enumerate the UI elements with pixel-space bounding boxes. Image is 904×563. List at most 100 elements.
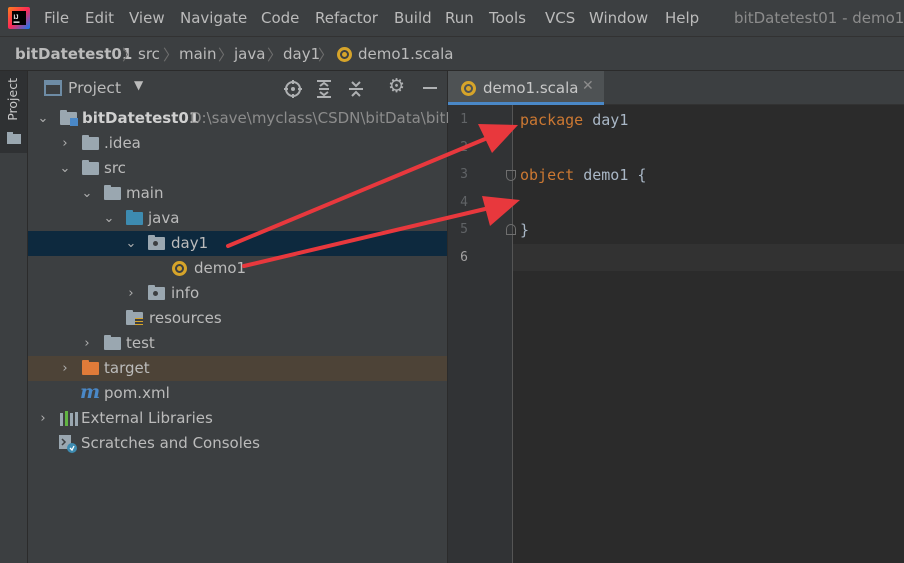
tree-row-day1[interactable]: ⌄ day1 [28,231,447,256]
tree-row-resources[interactable]: resources [28,306,447,331]
chevron-right-icon[interactable]: › [58,131,72,156]
breadcrumb-project[interactable]: bitDatetest01 [15,45,132,63]
tree-label-src: src [104,159,126,177]
fold-end-icon[interactable] [506,224,516,235]
menu-code[interactable]: Code [261,9,299,27]
window-title: bitDatetest01 - demo1. [734,9,904,27]
breadcrumb-separator: 〉 [218,46,234,64]
svg-text:IJ: IJ [14,15,19,21]
tree-label-day1: day1 [171,234,209,252]
resources-badge-icon [135,318,143,326]
menu-vcs[interactable]: VCS [545,9,575,27]
chevron-right-icon[interactable]: › [80,331,94,356]
excluded-folder-icon [82,360,99,375]
breadcrumb-src[interactable]: src [138,45,160,63]
chevron-down-icon[interactable]: ▼ [134,78,143,92]
breadcrumb-separator: 〉 [318,46,334,64]
code-line-3[interactable]: object demo1 { [520,166,646,184]
chevron-down-icon[interactable]: ⌄ [102,206,116,231]
folder-icon [104,335,121,350]
package-name: day1 [583,111,629,129]
menu-run[interactable]: Run [445,9,474,27]
tree-row-demo1[interactable]: demo1 [28,256,447,281]
tree-row-test[interactable]: › test [28,331,447,356]
line-number: 5 [460,222,468,237]
breadcrumb-day1[interactable]: day1 [283,45,320,63]
tab-demo1-scala[interactable]: demo1.scala ✕ [448,71,604,105]
line-number: 4 [460,195,468,210]
libraries-icon [60,411,78,426]
intellij-logo-icon[interactable]: IJ [8,7,30,29]
menu-bar: IJ File Edit View Navigate Code Refactor… [0,0,904,36]
minimize-icon[interactable] [423,87,437,89]
tree-row-java[interactable]: ⌄ java [28,206,447,231]
project-tool-label[interactable]: Project [5,78,20,121]
chevron-down-icon[interactable]: ⌄ [58,156,72,181]
package-dot-icon [153,241,158,246]
tree-label-info: info [171,284,200,302]
line-number: 1 [460,112,468,127]
tree-label-idea: .idea [104,134,141,152]
chevron-right-icon[interactable]: › [36,406,50,431]
menu-window[interactable]: Window [589,9,648,27]
object-declaration: demo1 { [574,166,647,184]
module-badge-icon [70,118,78,126]
maven-icon: m [80,381,101,403]
folder-icon [82,135,99,150]
scratches-icon [59,435,77,453]
chevron-right-icon[interactable]: › [124,281,138,306]
menu-navigate[interactable]: Navigate [180,9,247,27]
collapse-all-icon[interactable] [348,80,364,98]
breadcrumb-separator: 〉 [163,46,179,64]
menu-tools[interactable]: Tools [489,9,526,27]
code-line-1[interactable]: package day1 [520,111,628,129]
tree-label-resources: resources [149,309,222,327]
breadcrumb-main[interactable]: main [179,45,216,63]
tree-label-project: bitDatetest01 [82,109,200,127]
folder-icon [7,132,21,144]
menu-help[interactable]: Help [665,9,699,27]
chevron-down-icon[interactable]: ⌄ [80,181,94,206]
scala-object-icon [172,261,187,276]
menu-file[interactable]: File [44,9,69,27]
tree-row-main[interactable]: ⌄ main [28,181,447,206]
tree-row-info[interactable]: › info [28,281,447,306]
tree-label-target: target [104,359,150,377]
tree-row-src[interactable]: ⌄ src [28,156,447,181]
chevron-right-icon[interactable]: › [58,356,72,381]
expand-all-icon[interactable] [316,80,332,98]
tree-row-target[interactable]: › target [28,356,447,381]
project-view-icon [44,80,62,96]
tree-row-pom[interactable]: m pom.xml [28,381,447,406]
tab-label: demo1.scala [483,79,579,97]
breadcrumb: bitDatetest01 〉 src 〉 main 〉 java 〉 day1… [0,36,904,71]
breadcrumb-separator: 〉 [122,46,138,64]
scala-object-icon [461,81,476,96]
tree-label-demo1: demo1 [194,259,247,277]
tree-label-main: main [126,184,164,202]
gear-icon[interactable]: ⚙ [388,75,405,97]
breadcrumb-java[interactable]: java [234,45,265,63]
current-line-highlight [513,244,904,271]
breadcrumb-separator: 〉 [267,46,283,64]
breadcrumb-file[interactable]: demo1.scala [358,45,453,63]
tree-row-external-libraries[interactable]: › External Libraries [28,406,447,431]
locate-icon[interactable] [284,80,302,98]
tree-row-idea[interactable]: › .idea [28,131,447,156]
chevron-down-icon[interactable]: ⌄ [124,231,138,256]
chevron-down-icon[interactable]: ⌄ [36,106,50,131]
fold-start-icon[interactable] [506,170,516,181]
menu-edit[interactable]: Edit [85,9,114,27]
menu-build[interactable]: Build [394,9,432,27]
tree-row-scratches[interactable]: Scratches and Consoles [28,431,447,456]
source-folder-icon [126,210,143,225]
close-icon[interactable]: ✕ [582,78,594,94]
code-line-5[interactable]: } [520,221,529,239]
menu-view[interactable]: View [129,9,165,27]
project-view-title[interactable]: Project [68,79,121,97]
package-dot-icon [153,291,158,296]
tree-row-project-root[interactable]: ⌄ bitDatetest01 D:\save\myclass\CSDN\bit… [28,106,457,131]
folder-icon [82,160,99,175]
tree-label-external-libraries: External Libraries [81,409,213,427]
menu-refactor[interactable]: Refactor [315,9,378,27]
